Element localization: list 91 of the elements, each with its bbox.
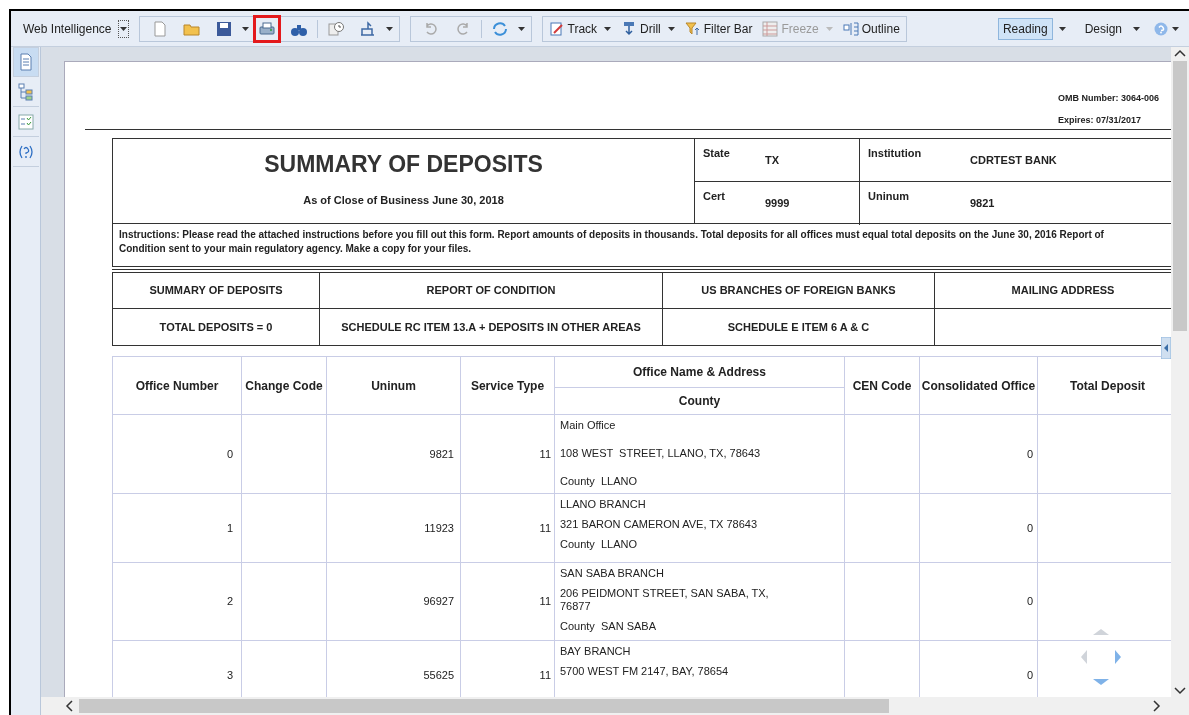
caret-icon xyxy=(1133,26,1140,31)
column-header: Office Number xyxy=(135,379,219,393)
caret-icon xyxy=(1172,26,1179,31)
office-county: County LLANO xyxy=(560,538,639,551)
column-header: Consolidated Office xyxy=(921,379,1036,393)
table-cell: 3 xyxy=(226,669,233,682)
table-cell: 11 xyxy=(539,595,551,608)
office-name: LLANO BRANCH xyxy=(560,498,647,511)
table-cell: 11 xyxy=(539,447,551,460)
toolbar-button[interactable]: Drill xyxy=(621,19,675,38)
office-county: County LLANO xyxy=(560,475,639,488)
field-label: Institution xyxy=(867,146,920,161)
table-cell: 0 xyxy=(226,447,233,460)
mode-tab[interactable]: Design xyxy=(1079,17,1127,40)
toolbar-button[interactable]: Filter Bar xyxy=(684,19,753,38)
table-cell: 0 xyxy=(1026,669,1033,682)
reference-value: TOTAL DEPOSITS = 0 xyxy=(159,319,273,335)
omb-number: OMB Number: 3064-006 xyxy=(1058,92,1160,105)
table-cell: 96927 xyxy=(423,595,454,608)
column-header: Uninum xyxy=(371,379,416,393)
pencil-document-icon xyxy=(548,20,565,37)
caret-icon xyxy=(385,26,393,31)
reference-header: REPORT OF CONDITION xyxy=(426,283,556,299)
office-address: 206 PEIDMONT STREET, SAN SABA, TX, 76877 xyxy=(560,587,770,613)
caret-icon xyxy=(517,26,525,31)
table-cell: 0 xyxy=(1026,595,1033,608)
field-label: State xyxy=(702,146,731,161)
field-label: Uninum xyxy=(867,189,910,204)
reference-value: SCHEDULE RC ITEM 13.A + DEPOSITS IN OTHER AREAS xyxy=(341,319,641,335)
reference-value: SCHEDULE E ITEM 6 A & C xyxy=(727,319,870,335)
vertical-scrollbar[interactable] xyxy=(1171,47,1189,697)
history-icon[interactable] xyxy=(326,19,345,38)
funnel-icon xyxy=(684,20,701,37)
field-value: TX xyxy=(764,153,780,168)
office-name: BAY BRANCH xyxy=(560,645,632,658)
tool-button[interactable] xyxy=(252,14,281,43)
caret-icon xyxy=(604,26,612,31)
office-address: 5700 WEST FM 2147, BAY, 78654 xyxy=(560,665,730,678)
field-value: CDRTEST BANK xyxy=(969,153,1057,168)
table-cell: 0 xyxy=(1026,521,1033,534)
side-panel-button[interactable] xyxy=(12,47,39,77)
caret-icon xyxy=(119,26,127,31)
column-header: County xyxy=(678,393,721,408)
grid-icon xyxy=(762,20,779,37)
table-cell: 55625 xyxy=(423,669,454,682)
report-subtitle: As of Close of Business June 30, 2018 xyxy=(303,192,504,208)
table-cell: 1 xyxy=(226,521,233,534)
reference-header: US BRANCHES OF FOREIGN BANKS xyxy=(701,283,896,299)
toolbar-button[interactable]: Outline xyxy=(842,19,900,38)
office-address: 108 WEST STREET, LLANO, TX, 78643 xyxy=(560,447,762,460)
column-header: Office Name & Address xyxy=(633,364,766,379)
caret-icon xyxy=(241,26,249,31)
reference-header: MAILING ADDRESS xyxy=(1011,283,1115,299)
refresh-icon[interactable] xyxy=(490,19,509,38)
table-cell: 0 xyxy=(1026,447,1033,460)
help-icon[interactable] xyxy=(1154,21,1168,36)
caret-icon xyxy=(1058,26,1066,31)
reference-header: SUMMARY OF DEPOSITS xyxy=(149,283,283,299)
app-menu[interactable]: Web Intelligence xyxy=(21,19,114,38)
app-menu-dropdown[interactable] xyxy=(117,19,129,38)
table-cell: 11 xyxy=(539,669,551,682)
office-address: 321 BARON CAMERON AVE, TX 78643 xyxy=(560,518,759,531)
caret-icon xyxy=(667,26,675,31)
column-header: CEN Code xyxy=(852,379,912,393)
table-cell: 11 xyxy=(539,521,551,534)
mode-tab[interactable]: Reading xyxy=(997,17,1053,40)
tree-icon xyxy=(16,82,35,101)
expiry-date: Expires: 07/31/2017 xyxy=(1058,113,1142,127)
column-header: Service Type xyxy=(470,379,545,393)
caret-icon xyxy=(825,26,833,31)
horizontal-scrollbar[interactable] xyxy=(41,697,1189,715)
table-cell: 9821 xyxy=(429,447,454,460)
table-cell: 11923 xyxy=(424,521,454,534)
table-cell: 2 xyxy=(226,595,233,608)
office-name: Main Office xyxy=(560,419,617,432)
instructions-text: Instructions: Please read the attached instructions before you fill out this form. Report amounts of deposits in thousands. Total deposits for all offices must equal total deposits on the June 30, 2016 Report of Condition sent to your main regulatory agency. Make a copy for your files. xyxy=(119,228,1105,256)
field-value: 9821 xyxy=(969,196,995,211)
export-icon[interactable] xyxy=(358,19,377,38)
office-county: County SAN SABA xyxy=(560,620,657,633)
toolbar-button[interactable]: Track xyxy=(548,19,612,38)
printer-icon[interactable] xyxy=(257,19,276,38)
checklist-icon xyxy=(16,112,35,131)
panel-collapse-icon[interactable] xyxy=(1161,337,1171,359)
column-header: Change Code xyxy=(245,379,323,393)
save-icon[interactable] xyxy=(214,19,233,38)
outline-icon xyxy=(842,20,859,37)
office-name: SAN SABA BRANCH xyxy=(560,567,665,580)
report-title: SUMMARY OF DEPOSITS xyxy=(264,150,543,179)
field-value: 9999 xyxy=(764,196,790,211)
column-header: Total Deposit xyxy=(1069,379,1146,393)
field-label: Cert xyxy=(702,189,726,204)
